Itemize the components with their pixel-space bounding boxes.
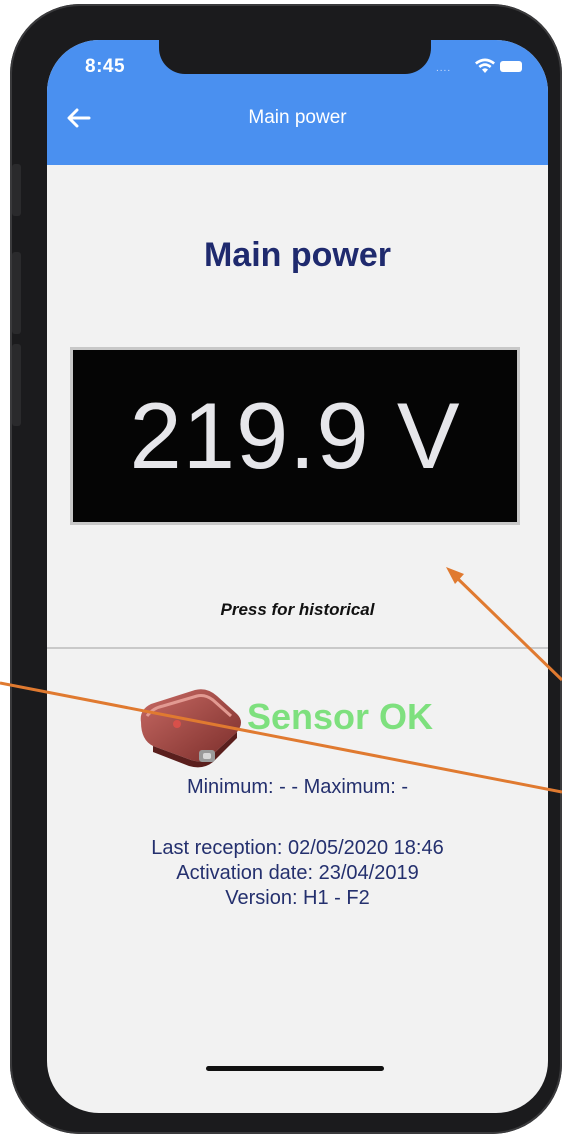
battery-icon — [500, 61, 522, 72]
voltage-display: 219.9 V — [73, 350, 517, 522]
sensor-status: Sensor OK — [247, 696, 434, 737]
voltage-reading: 219.9 V — [129, 383, 461, 488]
sensor-device-image — [140, 689, 241, 768]
mute-switch — [12, 164, 21, 216]
home-indicator — [206, 1066, 384, 1071]
historical-hint: Press for historical — [220, 600, 375, 619]
activation-date: Activation date: 23/04/2019 — [176, 862, 419, 884]
signal-icon: .... — [436, 63, 452, 74]
page-title: Main power — [203, 236, 392, 274]
notch — [159, 40, 431, 74]
min-max-values: Minimum: - - Maximum: - — [186, 776, 409, 798]
phone-screen: 8:45 .... Main power Main power 219.9 V … — [47, 40, 548, 1113]
voltage-display-button[interactable]: 219.9 V — [70, 347, 520, 525]
status-icons: .... — [436, 57, 526, 79]
last-reception: Last reception: 02/05/2020 18:46 — [151, 837, 444, 859]
app-bar-title: Main power — [248, 107, 347, 128]
stage: 8:45 .... Main power Main power 219.9 V … — [0, 0, 562, 1139]
divider — [47, 647, 548, 649]
sensor-details: Last reception: 02/05/2020 18:46 Activat… — [47, 836, 548, 911]
volume-down-button — [12, 344, 21, 426]
wifi-icon — [475, 58, 495, 73]
version-info: Version: H1 - F2 — [225, 887, 370, 909]
status-time: 8:45 — [85, 56, 126, 77]
app-bar: 8:45 .... Main power — [47, 40, 548, 165]
volume-up-button — [12, 252, 21, 334]
